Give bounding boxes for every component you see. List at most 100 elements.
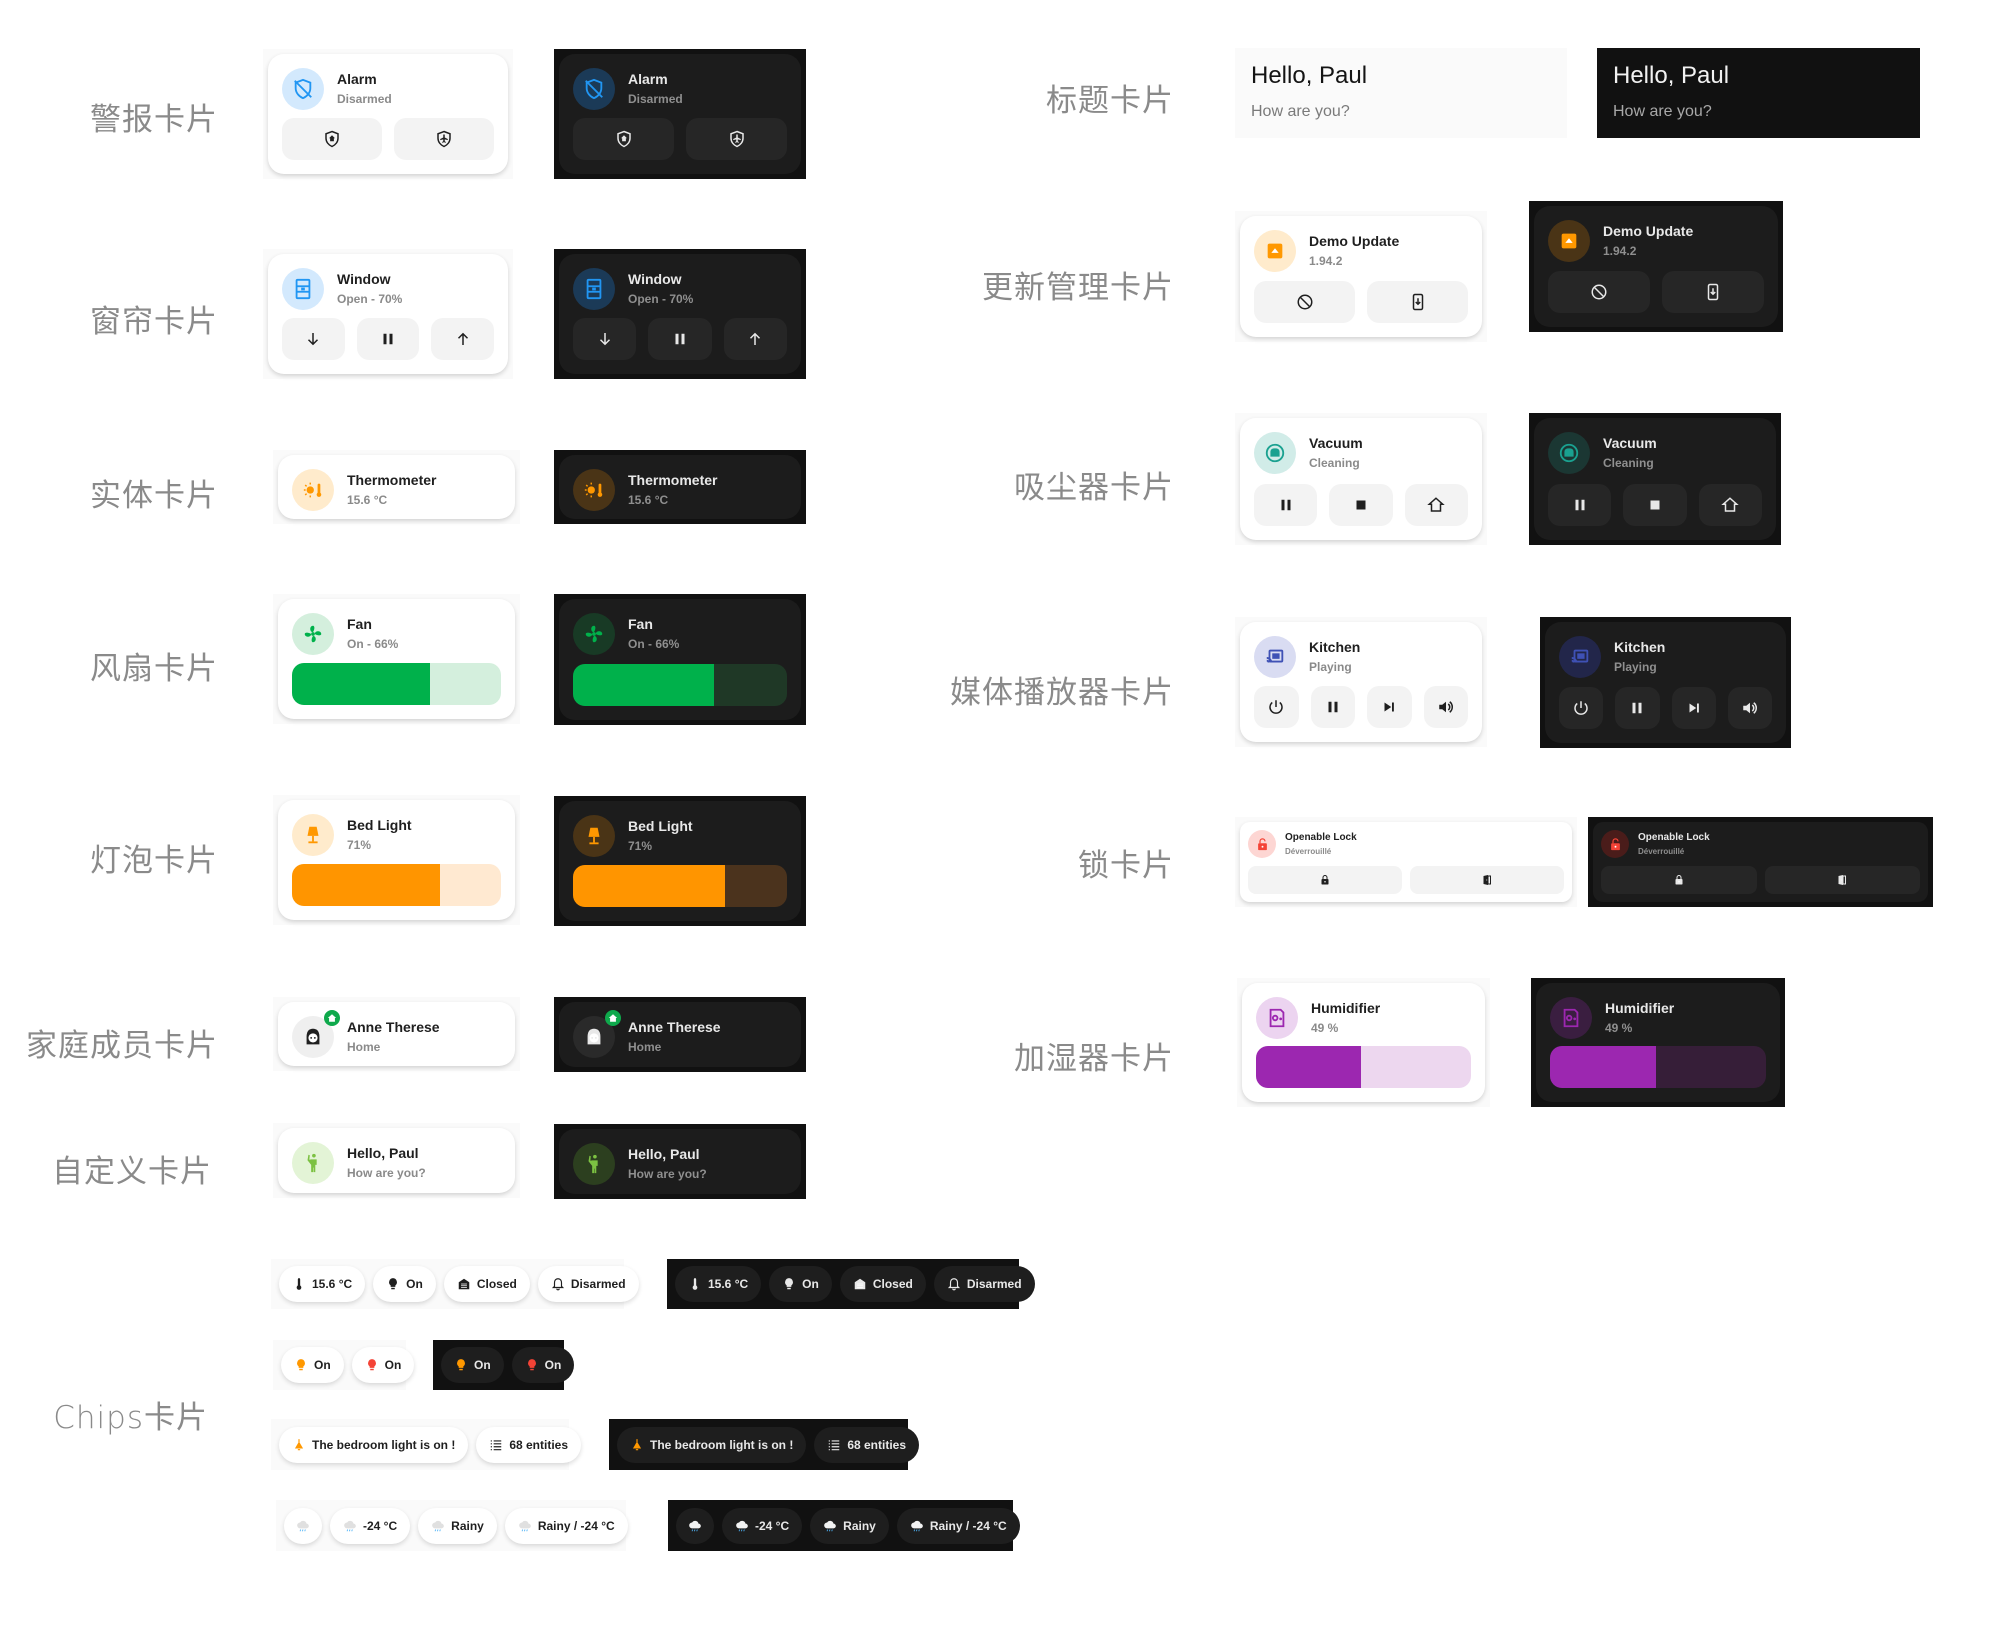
chip-label: -24 °C — [755, 1518, 790, 1533]
fan-speed-slider[interactable] — [573, 664, 787, 706]
arm-away-button[interactable] — [686, 118, 787, 160]
alarm-card[interactable]: Alarm Disarmed — [268, 54, 508, 174]
pause-button[interactable] — [1548, 484, 1612, 526]
label-chips-card: Chips卡片 — [53, 1400, 208, 1436]
stop-button[interactable] — [1329, 484, 1393, 526]
cover-card-dark[interactable]: Window Open - 70% — [559, 254, 801, 374]
vacuum-card-dark[interactable]: Vacuum Cleaning — [1534, 418, 1776, 540]
entity-card-dark[interactable]: Thermometer 15.6 °C — [559, 455, 801, 519]
skip-update-button[interactable] — [1548, 271, 1650, 313]
arm-away-button[interactable] — [394, 118, 494, 160]
open-cover-button[interactable] — [431, 318, 495, 360]
chip-weather-icon[interactable] — [676, 1507, 714, 1544]
update-card-dark[interactable]: Demo Update 1.94.2 — [1534, 206, 1778, 327]
air-humidifier-icon — [1256, 997, 1298, 1039]
entity-state: Déverrouillé — [1285, 846, 1332, 856]
chip-weather-state[interactable]: Rainy — [810, 1507, 889, 1544]
close-cover-button[interactable] — [282, 318, 345, 360]
humidity-slider[interactable] — [1256, 1046, 1471, 1088]
fan-speed-slider[interactable] — [292, 663, 501, 705]
return-home-button[interactable] — [1698, 484, 1762, 526]
person-card[interactable]: Anne Therese Home — [278, 1002, 515, 1066]
chip-entities[interactable]: 68 entities — [476, 1426, 582, 1463]
chip-light[interactable]: On — [769, 1266, 832, 1302]
fan-card[interactable]: Fan On - 66% — [278, 599, 515, 719]
stop-button[interactable] — [1623, 484, 1687, 526]
lock-card-dark[interactable]: Openable Lock Déverrouillé — [1593, 822, 1928, 902]
chip-weather-full[interactable]: Rainy / -24 °C — [896, 1507, 1020, 1544]
stop-cover-button[interactable] — [356, 318, 420, 360]
media-card-dark[interactable]: Kitchen Playing — [1545, 622, 1786, 743]
chip-label: On — [802, 1277, 819, 1291]
open-door-button[interactable] — [1764, 866, 1920, 894]
stop-cover-button[interactable] — [648, 318, 712, 360]
template-card-dark[interactable]: Hello, Paul How are you? — [559, 1129, 801, 1194]
open-cover-button[interactable] — [723, 318, 787, 360]
chip-light-red[interactable]: On — [511, 1347, 575, 1383]
chip-weather-state[interactable]: Rainy — [418, 1507, 497, 1544]
fan-card-dark[interactable]: Fan On - 66% — [559, 599, 801, 720]
humidity-slider[interactable] — [1550, 1046, 1766, 1088]
air-humidifier-icon — [1550, 997, 1592, 1039]
return-home-button[interactable] — [1404, 484, 1468, 526]
media-card[interactable]: Kitchen Playing — [1240, 622, 1482, 742]
chip-weather-full[interactable]: Rainy / -24 °C — [504, 1507, 628, 1544]
chip-template[interactable]: The bedroom light is on ! — [279, 1426, 469, 1463]
cover-card[interactable]: Window Open - 70% — [268, 254, 508, 374]
alarm-card-dark[interactable]: Alarm Disarmed — [559, 54, 801, 174]
chip-temperature[interactable]: 15.6 °C — [279, 1266, 366, 1302]
lock-button[interactable] — [1248, 866, 1402, 894]
volume-button[interactable] — [1423, 686, 1468, 728]
chip-weather-temp[interactable]: -24 °C — [722, 1507, 803, 1544]
light-card-dark[interactable]: Bed Light 71% — [559, 801, 801, 921]
chip-light-orange[interactable]: On — [441, 1347, 504, 1383]
chip-light-orange[interactable]: On — [281, 1347, 344, 1383]
pause-button[interactable] — [1254, 484, 1318, 526]
arm-home-button[interactable] — [282, 118, 382, 160]
chip-entities[interactable]: 68 entities — [814, 1426, 920, 1463]
next-track-button[interactable] — [1367, 686, 1412, 728]
brightness-slider[interactable] — [292, 864, 501, 906]
install-update-button[interactable] — [1367, 281, 1468, 323]
chip-alarm[interactable]: Disarmed — [933, 1266, 1035, 1302]
chip-garage[interactable]: Closed — [443, 1266, 530, 1302]
install-update-button[interactable] — [1662, 271, 1764, 313]
slider-fill — [292, 663, 430, 705]
chip-temperature[interactable]: 15.6 °C — [675, 1266, 762, 1302]
chip-template[interactable]: The bedroom light is on ! — [617, 1426, 807, 1463]
chip-weather-icon[interactable] — [284, 1507, 322, 1544]
home-badge — [605, 1010, 621, 1026]
humidifier-card-dark[interactable]: Humidifier 49 % — [1536, 983, 1780, 1102]
person-card-dark[interactable]: Anne Therese Home — [559, 1002, 801, 1067]
humidifier-card[interactable]: Humidifier 49 % — [1242, 983, 1485, 1102]
skip-update-button[interactable] — [1254, 281, 1355, 323]
play-pause-button[interactable] — [1615, 687, 1660, 729]
power-button[interactable] — [1559, 687, 1604, 729]
chip-weather-temp[interactable]: -24 °C — [330, 1507, 411, 1544]
chip-light[interactable]: On — [373, 1266, 436, 1302]
chip-garage[interactable]: Closed — [839, 1266, 926, 1302]
template-card[interactable]: Hello, Paul How are you? — [278, 1128, 515, 1193]
open-door-button[interactable] — [1410, 866, 1564, 894]
vacuum-card[interactable]: Vacuum Cleaning — [1240, 418, 1482, 540]
chip-light-red[interactable]: On — [351, 1347, 415, 1383]
play-pause-button[interactable] — [1310, 686, 1355, 728]
cellphone-arrow-down-icon — [1704, 283, 1722, 301]
next-track-button[interactable] — [1671, 687, 1716, 729]
thermometer-sun-icon — [573, 469, 615, 511]
close-cover-button[interactable] — [573, 318, 637, 360]
weather-rainy-icon — [343, 1519, 357, 1533]
arrow-down-icon — [596, 330, 614, 348]
update-card[interactable]: Demo Update 1.94.2 — [1240, 216, 1482, 337]
power-button[interactable] — [1254, 686, 1299, 728]
label-entity-card: 实体卡片 — [90, 478, 218, 514]
arm-home-button[interactable] — [573, 118, 674, 160]
chip-alarm[interactable]: Disarmed — [537, 1266, 639, 1302]
light-card[interactable]: Bed Light 71% — [278, 800, 515, 920]
volume-button[interactable] — [1727, 687, 1772, 729]
lock-button[interactable] — [1601, 866, 1757, 894]
brightness-slider[interactable] — [573, 865, 787, 907]
entity-name: Thermometer — [347, 472, 437, 488]
entity-card[interactable]: Thermometer 15.6 °C — [278, 455, 515, 519]
lock-card[interactable]: Openable Lock Déverrouillé — [1240, 822, 1572, 902]
